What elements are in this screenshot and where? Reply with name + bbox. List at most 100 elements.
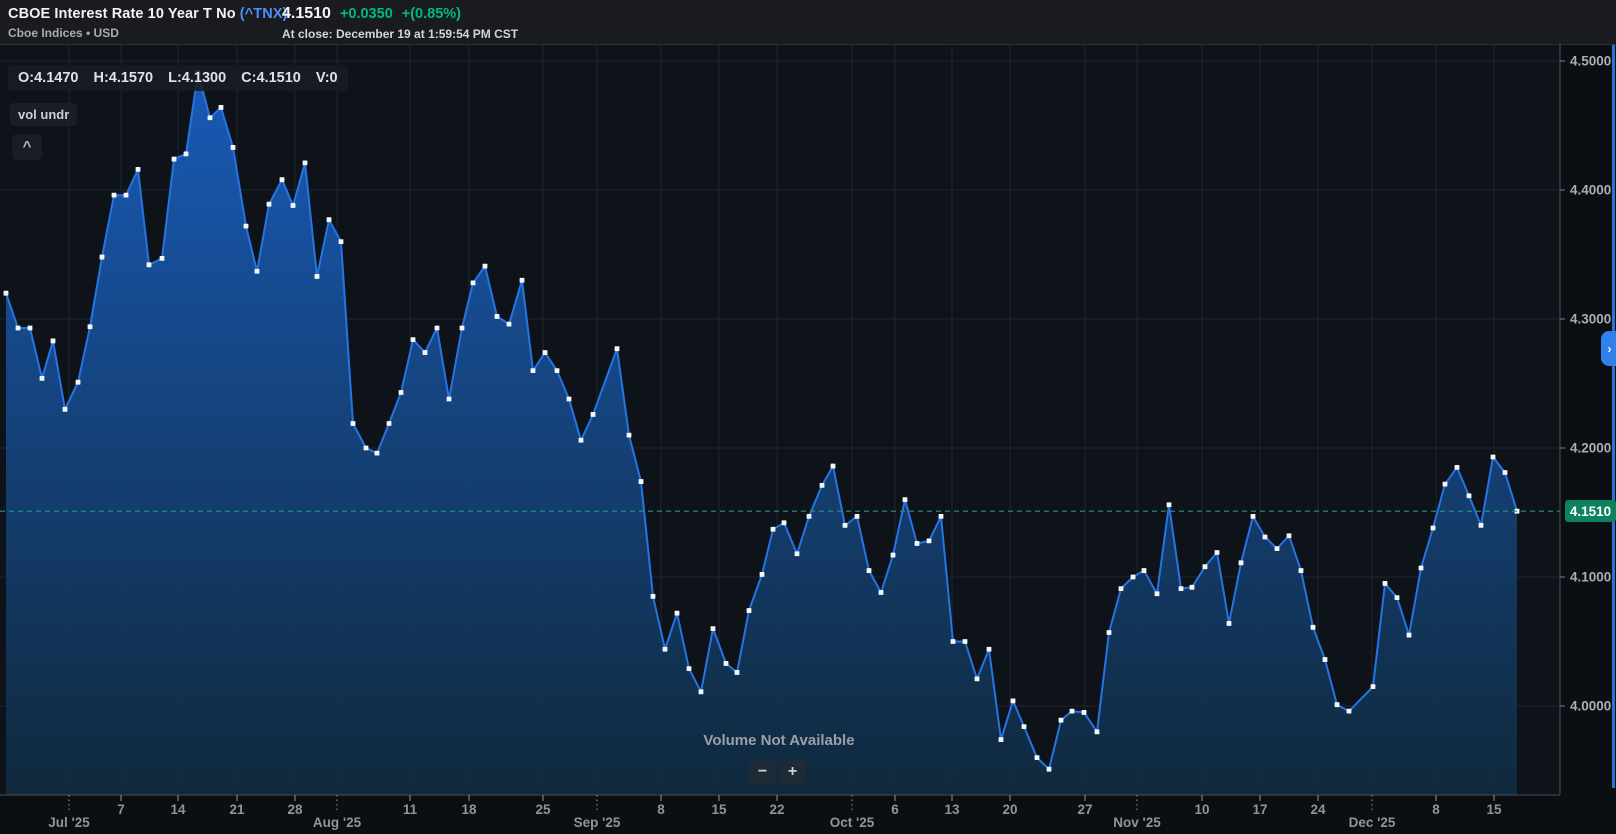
caret-up-icon: ^	[22, 138, 32, 155]
data-point-marker	[770, 526, 776, 532]
data-point-marker	[878, 590, 884, 595]
data-point-marker	[986, 646, 992, 652]
data-point-marker	[506, 321, 512, 327]
data-point-marker	[1178, 586, 1184, 592]
data-point-marker	[87, 324, 93, 330]
data-point-marker	[998, 737, 1004, 742]
zoom-out-button[interactable]: −	[749, 760, 776, 783]
at-close-timestamp: At close: December 19 at 1:59:54 PM CST	[282, 27, 519, 41]
data-point-marker	[27, 325, 33, 331]
price-block: 4.1510 +0.0350 +(0.85%) At close: Decemb…	[282, 5, 518, 41]
data-point-marker	[207, 115, 213, 121]
data-point-marker	[1490, 454, 1496, 460]
data-point-marker	[494, 314, 500, 319]
collapse-legend-button[interactable]: ^	[12, 134, 42, 160]
data-point-marker	[902, 497, 908, 502]
data-point-marker	[15, 325, 21, 331]
data-point-marker	[422, 350, 428, 355]
data-point-marker	[75, 379, 81, 385]
zoom-in-button[interactable]: +	[779, 760, 806, 783]
data-point-marker	[566, 396, 572, 402]
data-point-marker	[794, 551, 800, 557]
data-point-marker	[746, 608, 752, 613]
x-axis-week-label: 24	[1310, 802, 1326, 817]
data-point-marker	[171, 156, 177, 162]
data-point-marker	[638, 479, 644, 484]
data-point-marker	[890, 552, 896, 558]
data-point-marker	[1478, 523, 1484, 528]
vol-under-badge[interactable]: vol undr	[10, 103, 78, 126]
x-axis-week-label: 7	[117, 802, 125, 817]
data-point-marker	[1046, 766, 1052, 772]
volume-not-available-message: Volume Not Available	[703, 732, 855, 749]
data-point-marker	[243, 223, 249, 229]
data-point-marker	[1310, 624, 1316, 630]
x-axis-week-label: 27	[1077, 802, 1092, 817]
data-point-marker	[1226, 621, 1232, 626]
data-point-marker	[230, 145, 236, 150]
data-point-marker	[1394, 595, 1400, 601]
data-point-marker	[1250, 513, 1256, 519]
price-chart-canvas[interactable]: 4.5000 4.4000 4.3000 4.2000 4.1000 4.0000 Jul …	[0, 0, 1616, 834]
data-point-marker	[363, 445, 369, 451]
x-axis-month-label: Aug '25	[313, 815, 362, 830]
data-point-marker	[446, 396, 452, 402]
data-point-marker	[350, 421, 356, 426]
x-axis-week-label: 21	[229, 802, 245, 817]
data-point-marker	[1189, 584, 1195, 590]
data-point-marker	[302, 160, 308, 166]
data-point-marker	[482, 263, 488, 269]
data-point-marker	[1118, 586, 1124, 592]
data-point-marker	[1094, 729, 1100, 735]
data-point-marker	[1274, 546, 1280, 552]
minus-icon: −	[757, 762, 768, 780]
expand-panel-button[interactable]: ›	[1601, 331, 1616, 366]
data-point-marker	[698, 689, 704, 695]
data-point-marker	[1034, 755, 1040, 760]
data-point-marker	[1382, 581, 1388, 586]
data-point-marker	[1214, 550, 1220, 555]
data-point-marker	[926, 538, 932, 544]
data-point-marker	[266, 201, 272, 207]
page-title: CBOE Interest Rate 10 Year T No (^TNX)	[8, 6, 287, 22]
data-point-marker	[866, 568, 872, 573]
x-axis-month-label: Dec '25	[1349, 815, 1396, 830]
plus-icon: +	[787, 762, 798, 780]
data-point-marker	[314, 274, 320, 279]
data-point-marker	[962, 639, 968, 644]
data-point-marker	[62, 406, 68, 412]
y-axis-label: 4.5000	[1570, 54, 1611, 69]
data-point-marker	[781, 520, 787, 526]
x-axis-week-label: 11	[403, 802, 418, 817]
data-point-marker	[410, 337, 416, 343]
data-point-marker	[554, 368, 560, 373]
x-axis-week-label: 13	[944, 802, 960, 817]
data-point-marker	[434, 325, 440, 331]
data-point-marker	[734, 670, 740, 675]
data-point-marker	[326, 217, 332, 223]
x-axis-week-label: 6	[891, 802, 899, 817]
quote-header: CBOE Interest Rate 10 Year T No (^TNX) C…	[0, 0, 1616, 44]
last-price: 4.1510	[282, 5, 331, 22]
x-axis-month-label: Oct '25	[830, 815, 875, 830]
data-point-marker	[626, 432, 632, 438]
data-point-marker	[914, 541, 920, 546]
data-point-marker	[842, 523, 848, 528]
ticker-symbol: (^TNX)	[239, 6, 288, 22]
data-point-marker	[1130, 574, 1136, 580]
data-point-marker	[542, 350, 548, 355]
data-point-marker	[1058, 717, 1064, 723]
x-axis-month-label: Jul '25	[48, 815, 90, 830]
ohlc-legend: O:4.1470 H:4.1570 L:4.1300 C:4.1510 V:0	[8, 65, 348, 91]
data-point-marker	[674, 610, 680, 616]
ohlc-high: H:4.1570	[93, 70, 154, 86]
data-point-marker	[819, 483, 825, 488]
data-point-marker	[279, 177, 285, 183]
x-axis-week-label: 15	[1486, 802, 1502, 817]
data-point-marker	[830, 463, 836, 469]
data-point-marker	[1238, 560, 1244, 566]
data-point-marker	[686, 666, 692, 671]
data-point-marker	[974, 676, 980, 682]
data-point-marker	[1334, 702, 1340, 708]
x-axis-week-label: 25	[535, 802, 551, 817]
